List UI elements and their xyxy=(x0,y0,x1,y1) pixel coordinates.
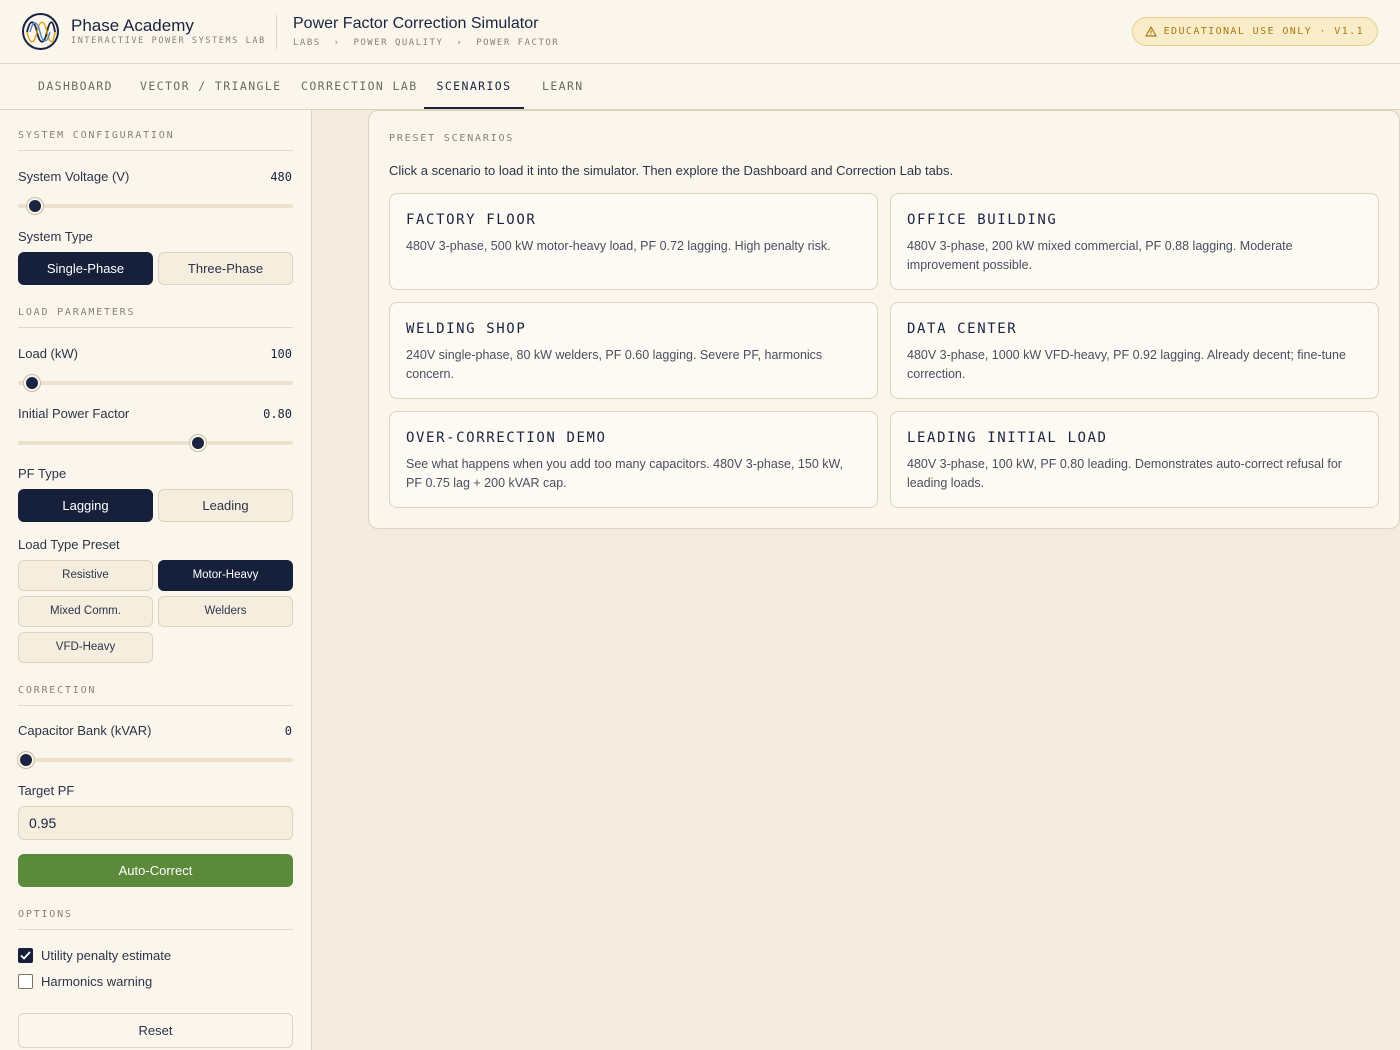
capacitor-bank-label: Capacitor Bank (kVAR) xyxy=(18,723,152,738)
capacitor-bank-value: 0 xyxy=(284,724,292,738)
voltage-value: 480 xyxy=(270,170,292,184)
scenario-card-description: 480V 3-phase, 500 kW motor-heavy load, P… xyxy=(406,239,831,253)
panel-description: Click a scenario to load it into the sim… xyxy=(389,163,954,178)
harmonics-option[interactable]: Harmonics warning xyxy=(18,974,152,989)
header-divider xyxy=(276,15,277,49)
load-value: 100 xyxy=(270,347,292,361)
scenario-card-title: FACTORY FLOOR xyxy=(406,212,537,228)
scenario-card-title: OVER-CORRECTION DEMO xyxy=(406,430,607,446)
section-load-parameters: LOAD PARAMETERS xyxy=(18,307,293,328)
lagging-button[interactable]: Lagging xyxy=(18,489,153,522)
scenario-card-leading-initial-load[interactable]: LEADING INITIAL LOAD 480V 3-phase, 100 k… xyxy=(890,411,1379,508)
section-options: OPTIONS xyxy=(18,909,293,930)
reset-button[interactable]: Reset xyxy=(18,1013,293,1048)
load-label: Load (kW) xyxy=(18,346,78,361)
page-title: Power Factor Correction Simulator xyxy=(293,15,539,32)
single-phase-button[interactable]: Single-Phase xyxy=(18,252,153,285)
scenario-card-over-correction-demo[interactable]: OVER-CORRECTION DEMO See what happens wh… xyxy=(389,411,878,508)
tab-bar: DASHBOARD VECTOR / TRIANGLE CORRECTION L… xyxy=(0,64,1400,110)
initial-pf-slider-thumb[interactable] xyxy=(190,435,207,451)
scenario-card-title: DATA CENTER xyxy=(907,321,1018,337)
load-slider[interactable] xyxy=(18,375,293,391)
preset-welders-button[interactable]: Welders xyxy=(158,596,293,627)
harmonics-label: Harmonics warning xyxy=(41,974,153,989)
breadcrumb-separator: › xyxy=(333,38,341,48)
initial-pf-label: Initial Power Factor xyxy=(18,406,130,421)
scenario-card-welding-shop[interactable]: WELDING SHOP 240V single-phase, 80 kW we… xyxy=(389,302,878,399)
scenario-card-description: See what happens when you add too many c… xyxy=(406,457,844,490)
warning-triangle-icon xyxy=(1145,26,1157,37)
tab-correction-lab[interactable]: CORRECTION LAB xyxy=(301,64,418,109)
control-sidebar: SYSTEM CONFIGURATION System Voltage (V) … xyxy=(0,110,312,1050)
scenario-card-description: 480V 3-phase, 200 kW mixed commercial, P… xyxy=(907,239,1293,272)
educational-badge: EDUCATIONAL USE ONLY · V1.1 xyxy=(1131,17,1378,46)
preset-resistive-button[interactable]: Resistive xyxy=(18,560,153,591)
tab-learn[interactable]: LEARN xyxy=(542,64,584,109)
penalty-checkbox[interactable] xyxy=(18,948,33,963)
load-slider-thumb[interactable] xyxy=(23,375,40,391)
tab-dashboard[interactable]: DASHBOARD xyxy=(38,64,113,109)
initial-pf-value: 0.80 xyxy=(263,407,292,421)
tab-scenarios[interactable]: SCENARIOS xyxy=(424,64,524,109)
target-pf-label: Target PF xyxy=(18,783,75,798)
three-phase-button[interactable]: Three-Phase xyxy=(158,252,293,285)
voltage-slider-thumb[interactable] xyxy=(26,198,43,214)
panel-title: PRESET SCENARIOS xyxy=(389,133,515,144)
penalty-label: Utility penalty estimate xyxy=(41,948,172,963)
sine-wave-logo-icon xyxy=(22,13,59,50)
preset-motor-heavy-button[interactable]: Motor-Heavy xyxy=(158,560,293,591)
target-pf-input[interactable]: 0.95 xyxy=(18,806,293,840)
breadcrumb-item[interactable]: POWER FACTOR xyxy=(476,38,559,48)
preset-vfd-heavy-button[interactable]: VFD-Heavy xyxy=(18,632,153,663)
scenario-card-description: 480V 3-phase, 100 kW, PF 0.80 leading. D… xyxy=(907,457,1342,490)
badge-text: EDUCATIONAL USE ONLY · V1.1 xyxy=(1163,26,1364,37)
brand-subtitle: INTERACTIVE POWER SYSTEMS LAB xyxy=(71,36,266,46)
pf-type-label: PF Type xyxy=(18,466,67,481)
section-system-configuration: SYSTEM CONFIGURATION xyxy=(18,130,293,151)
checkmark-icon xyxy=(20,951,31,960)
app-header: Phase Academy INTERACTIVE POWER SYSTEMS … xyxy=(0,0,1400,64)
scenario-card-title: LEADING INITIAL LOAD xyxy=(907,430,1108,446)
breadcrumb-item[interactable]: POWER QUALITY xyxy=(353,38,443,48)
breadcrumb: LABS › POWER QUALITY › POWER FACTOR xyxy=(293,38,559,48)
harmonics-checkbox[interactable] xyxy=(18,974,33,989)
system-type-label: System Type xyxy=(18,229,93,244)
breadcrumb-item[interactable]: LABS xyxy=(293,38,321,48)
scenario-card-data-center[interactable]: DATA CENTER 480V 3-phase, 1000 kW VFD-he… xyxy=(890,302,1379,399)
leading-button[interactable]: Leading xyxy=(158,489,293,522)
voltage-slider[interactable] xyxy=(18,198,293,214)
section-correction: CORRECTION xyxy=(18,685,293,706)
scenario-card-factory-floor[interactable]: FACTORY FLOOR 480V 3-phase, 500 kW motor… xyxy=(389,193,878,290)
capacitor-bank-slider-thumb[interactable] xyxy=(18,752,35,768)
preset-mixed-comm-button[interactable]: Mixed Comm. xyxy=(18,596,153,627)
breadcrumb-separator: › xyxy=(456,38,464,48)
scenario-card-description: 240V single-phase, 80 kW welders, PF 0.6… xyxy=(406,348,823,381)
scenario-card-title: WELDING SHOP xyxy=(406,321,527,337)
load-type-preset-label: Load Type Preset xyxy=(18,537,120,552)
penalty-option[interactable]: Utility penalty estimate xyxy=(18,948,171,963)
scenario-card-office-building[interactable]: OFFICE BUILDING 480V 3-phase, 200 kW mix… xyxy=(890,193,1379,290)
auto-correct-button[interactable]: Auto-Correct xyxy=(18,854,293,887)
capacitor-bank-slider[interactable] xyxy=(18,752,293,768)
scenario-card-description: 480V 3-phase, 1000 kW VFD-heavy, PF 0.92… xyxy=(907,348,1346,381)
preset-scenarios-panel: PRESET SCENARIOS Click a scenario to loa… xyxy=(368,110,1400,529)
scenario-card-title: OFFICE BUILDING xyxy=(907,212,1058,228)
voltage-label: System Voltage (V) xyxy=(18,169,130,184)
initial-pf-slider[interactable] xyxy=(18,435,293,451)
tab-vector-triangle[interactable]: VECTOR / TRIANGLE xyxy=(140,64,282,109)
brand-name: Phase Academy xyxy=(71,16,194,35)
